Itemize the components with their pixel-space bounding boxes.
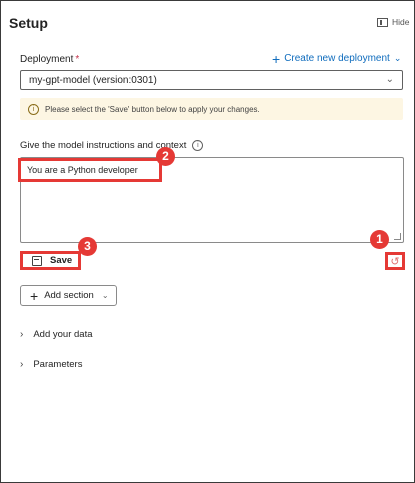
chevron-right-icon: › xyxy=(20,329,24,340)
info-icon: i xyxy=(28,103,39,115)
save-button[interactable]: Save xyxy=(20,251,81,270)
annotation-badge-1: 1 xyxy=(370,230,389,249)
panel-title: Setup xyxy=(9,15,48,31)
required-mark: * xyxy=(75,54,80,65)
add-section-label: Add section xyxy=(44,290,94,301)
reset-icon: ↺ xyxy=(390,255,400,268)
chevron-down-icon: ⌄ xyxy=(393,53,402,63)
expander-label: Parameters xyxy=(33,359,83,370)
hide-panel-icon xyxy=(377,17,388,27)
info-icon[interactable]: i xyxy=(192,140,204,151)
instructions-text: You are a Python developer xyxy=(18,158,162,182)
annotation-badge-2: 2 xyxy=(156,147,175,166)
deployment-select[interactable]: my-gpt-model (version:0301) ⌄ xyxy=(20,70,403,90)
expander-label: Add your data xyxy=(33,329,93,340)
expander-parameters[interactable]: › Parameters xyxy=(20,359,82,370)
instructions-label: Give the model instructions and context … xyxy=(20,140,204,151)
create-deployment-label: Create new deployment xyxy=(284,53,390,64)
save-label: Save xyxy=(50,255,73,266)
deployment-label: Deployment * xyxy=(20,54,79,65)
chevron-down-icon: ⌄ xyxy=(101,291,109,300)
hide-button[interactable]: Hide xyxy=(377,17,409,27)
setup-panel: Setup Hide Deployment * + Create new depl… xyxy=(0,0,415,483)
expander-add-your-data[interactable]: › Add your data xyxy=(20,329,93,340)
create-deployment-link[interactable]: + Create new deployment ⌄ xyxy=(272,50,402,67)
annotation-badge-3: 3 xyxy=(78,237,97,256)
add-section-button[interactable]: + Add section ⌄ xyxy=(20,285,117,306)
deployment-selected-value: my-gpt-model (version:0301) xyxy=(29,75,157,86)
chevron-down-icon: ⌄ xyxy=(385,74,394,85)
save-icon xyxy=(32,255,42,266)
plus-icon: + xyxy=(30,287,39,304)
chevron-right-icon: › xyxy=(20,359,24,370)
plus-icon: + xyxy=(272,50,281,67)
hide-label: Hide xyxy=(392,17,410,27)
save-notice: i Please select the 'Save' button below … xyxy=(20,98,403,120)
notice-text: Please select the 'Save' button below to… xyxy=(45,104,260,114)
reset-button[interactable]: ↺ xyxy=(385,252,405,270)
deployment-label-text: Deployment xyxy=(20,54,74,65)
resize-handle[interactable] xyxy=(394,233,401,240)
